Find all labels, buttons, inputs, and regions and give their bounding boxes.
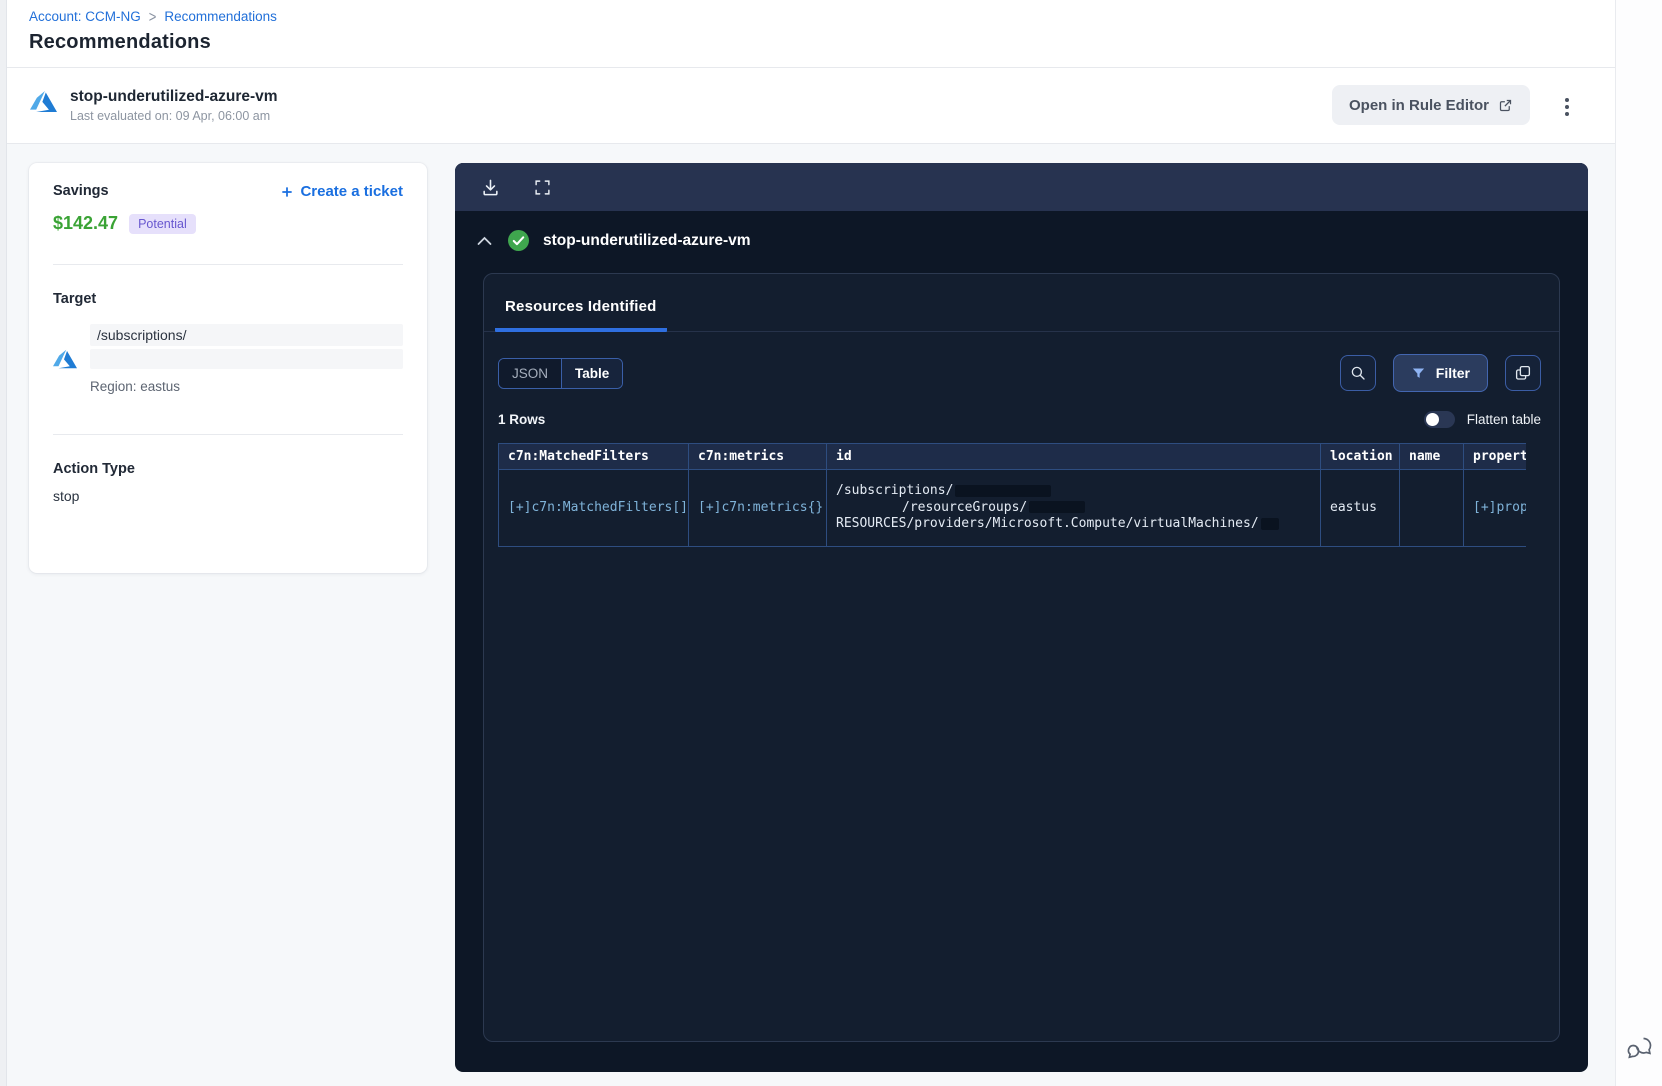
cell-name bbox=[1399, 469, 1464, 547]
table-header-row: c7n:MatchedFilters c7n:metrics id locati… bbox=[498, 443, 1526, 470]
breadcrumb: Account: CCM-NG > Recommendations bbox=[29, 7, 1615, 26]
breadcrumb-separator-icon: > bbox=[148, 7, 157, 26]
tab-resources-identified[interactable]: Resources Identified bbox=[495, 298, 667, 332]
create-ticket-button[interactable]: Create a ticket bbox=[280, 183, 403, 200]
fullscreen-button[interactable] bbox=[534, 179, 551, 196]
cell-location: eastus bbox=[1320, 469, 1400, 547]
resources-table: c7n:MatchedFilters c7n:metrics id locati… bbox=[498, 443, 1526, 547]
create-ticket-label: Create a ticket bbox=[300, 183, 403, 200]
chevron-up-icon bbox=[477, 236, 492, 245]
chat-bubbles-icon bbox=[1627, 1037, 1652, 1059]
view-json-segment[interactable]: JSON bbox=[499, 358, 562, 388]
collapse-section-button[interactable] bbox=[475, 234, 494, 248]
copy-icon bbox=[1515, 365, 1531, 380]
target-path-redacted bbox=[90, 349, 403, 369]
cell-id: /subscriptions/ /resourceGroups/ RESOURC… bbox=[826, 469, 1321, 547]
breadcrumb-recommendations-link[interactable]: Recommendations bbox=[164, 9, 277, 24]
target-region: Region: eastus bbox=[90, 379, 181, 394]
divider bbox=[53, 264, 403, 265]
filter-label: Filter bbox=[1435, 365, 1470, 381]
more-options-button[interactable] bbox=[1561, 94, 1573, 120]
panel-rule-name: stop-underutilized-azure-vm bbox=[543, 231, 751, 249]
column-header-location: location bbox=[1320, 443, 1400, 470]
expand-properties[interactable]: [+]properties{} bbox=[1473, 500, 1526, 515]
page-title: Recommendations bbox=[29, 31, 211, 53]
redacted-vm-name bbox=[1260, 517, 1279, 530]
search-button[interactable] bbox=[1339, 355, 1376, 391]
flatten-table-label: Flatten table bbox=[1466, 412, 1541, 427]
right-gutter bbox=[1615, 0, 1662, 1086]
open-in-rule-editor-label: Open in Rule Editor bbox=[1348, 96, 1489, 114]
column-header-name: name bbox=[1399, 443, 1464, 470]
savings-potential-badge: Potential bbox=[129, 213, 196, 234]
action-type-label: Action Type bbox=[53, 461, 135, 477]
redacted-subscription-id bbox=[955, 484, 1052, 497]
filter-button[interactable]: Filter bbox=[1392, 354, 1488, 392]
open-in-rule-editor-button[interactable]: Open in Rule Editor bbox=[1331, 85, 1530, 125]
column-header-metrics: c7n:metrics bbox=[688, 443, 827, 470]
redacted-resource-group bbox=[1029, 501, 1086, 513]
chat-widget-button[interactable] bbox=[1624, 1032, 1656, 1064]
azure-icon bbox=[53, 349, 77, 369]
rule-header: stop-underutilized-azure-vm Last evaluat… bbox=[7, 68, 1615, 144]
search-icon bbox=[1351, 366, 1365, 380]
recommendation-summary-card: Savings Create a ticket $142.47 Potentia… bbox=[29, 163, 427, 573]
download-icon bbox=[483, 179, 498, 195]
success-check-icon bbox=[508, 230, 529, 251]
savings-amount: $142.47 bbox=[53, 213, 119, 233]
filter-icon bbox=[1412, 368, 1424, 378]
expand-matched-filters[interactable]: [+]c7n:MatchedFilters[] bbox=[508, 500, 688, 515]
rows-count: 1 Rows bbox=[498, 412, 546, 427]
view-mode-toggle: JSON Table bbox=[498, 357, 624, 389]
page-header: Account: CCM-NG > Recommendations Recomm… bbox=[7, 0, 1615, 68]
expand-metrics[interactable]: [+]c7n:metrics{} bbox=[698, 500, 823, 515]
target-path: /subscriptions/ bbox=[90, 324, 403, 346]
plus-icon bbox=[282, 186, 293, 197]
column-header-matched-filters: c7n:MatchedFilters bbox=[498, 443, 689, 470]
column-header-id: id bbox=[826, 443, 1321, 470]
copy-button[interactable] bbox=[1505, 355, 1541, 391]
rule-output-panel: stop-underutilized-azure-vm Resources Id… bbox=[455, 163, 1588, 1072]
resources-tabs: Resources Identified bbox=[484, 274, 1559, 332]
action-type-value: stop bbox=[53, 488, 80, 504]
external-link-icon bbox=[1499, 99, 1512, 111]
output-toolbar bbox=[455, 163, 1588, 211]
view-table-segment[interactable]: Table bbox=[561, 358, 623, 388]
rule-last-evaluated: Last evaluated on: 09 Apr, 06:00 am bbox=[70, 109, 271, 123]
rule-name: stop-underutilized-azure-vm bbox=[70, 88, 278, 105]
resources-card: Resources Identified JSON Table Filter 1… bbox=[483, 273, 1560, 1042]
table-row: [+]c7n:MatchedFilters[] [+]c7n:metrics{}… bbox=[498, 469, 1526, 547]
resources-table-container: c7n:MatchedFilters c7n:metrics id locati… bbox=[498, 443, 1526, 547]
left-gutter bbox=[0, 0, 7, 1086]
breadcrumb-account-link[interactable]: Account: CCM-NG bbox=[29, 9, 141, 24]
fullscreen-icon bbox=[535, 179, 550, 195]
column-header-properties: properties bbox=[1463, 443, 1526, 470]
savings-label: Savings bbox=[53, 183, 109, 199]
azure-icon bbox=[30, 91, 57, 112]
download-button[interactable] bbox=[481, 178, 500, 197]
target-label: Target bbox=[53, 291, 97, 307]
flatten-table-toggle[interactable] bbox=[1423, 411, 1455, 428]
divider bbox=[53, 434, 403, 435]
